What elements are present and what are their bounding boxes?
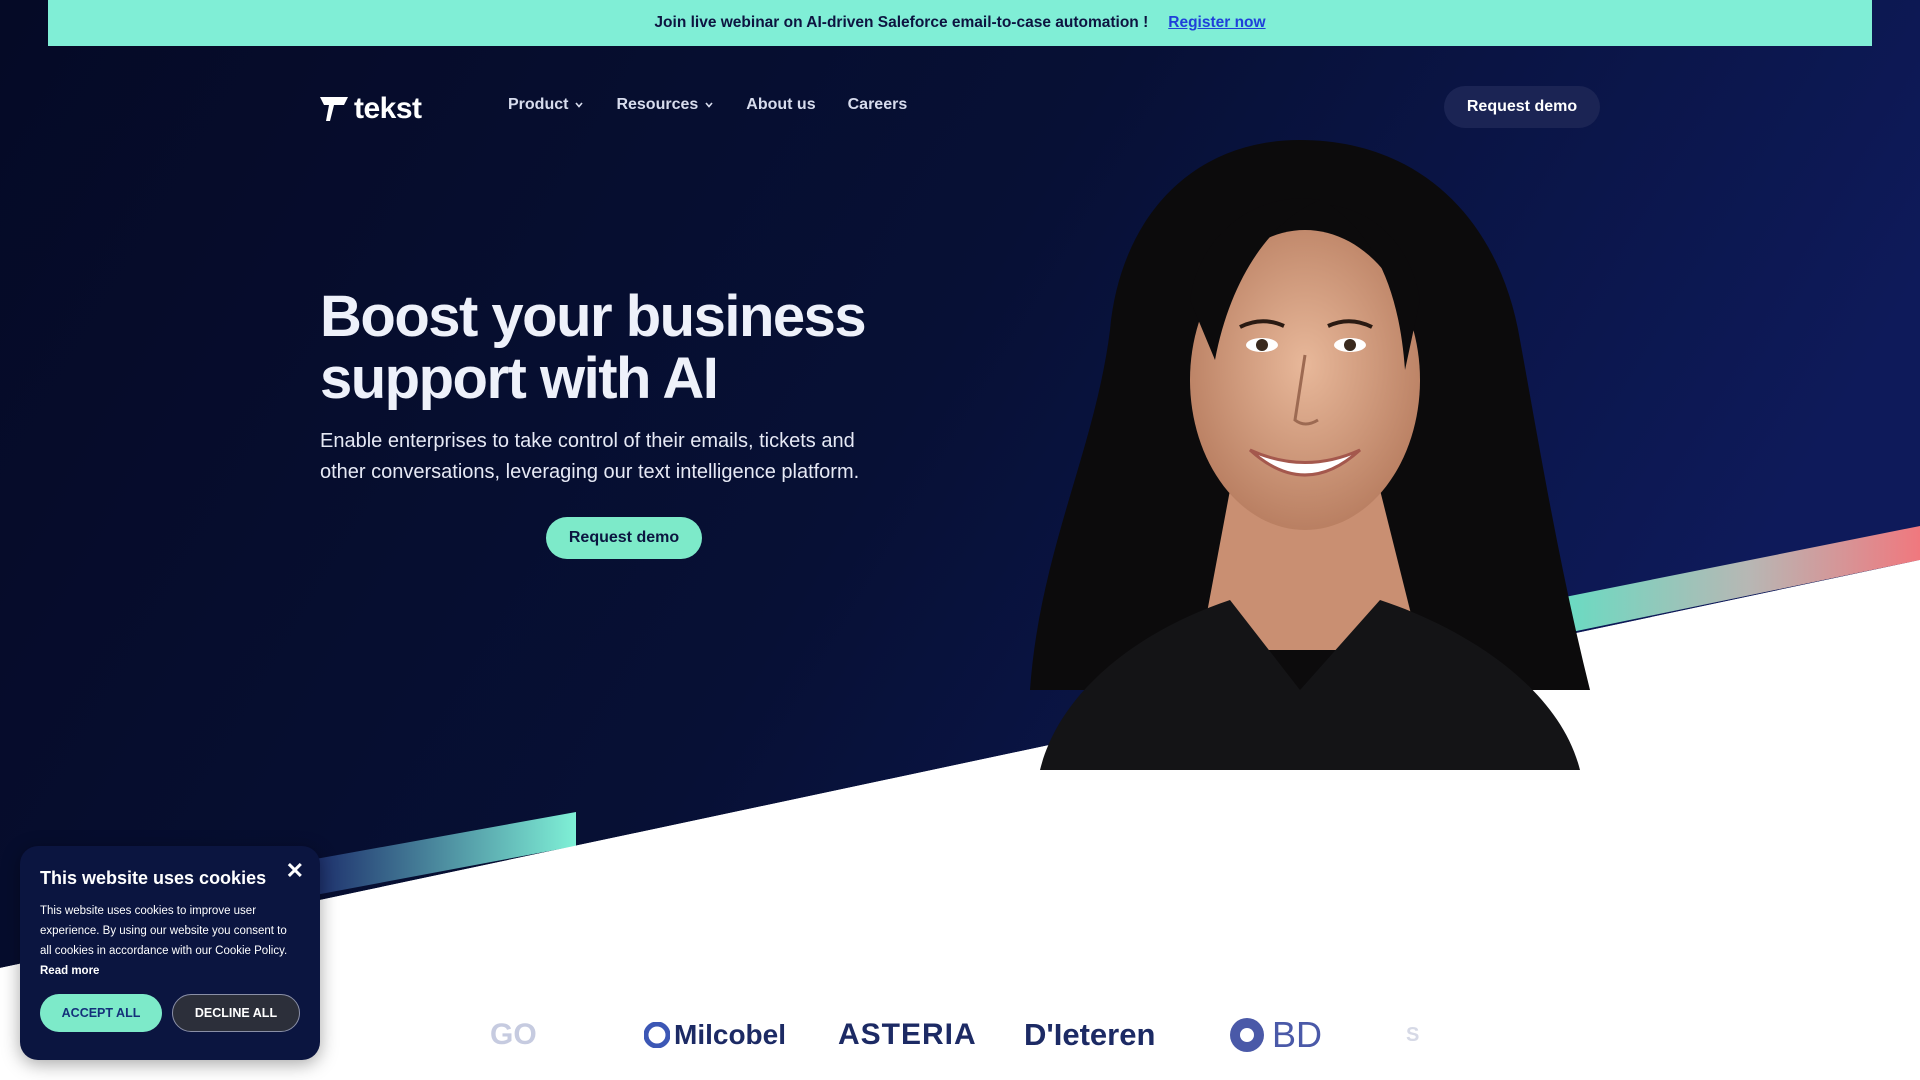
close-icon[interactable]: ✕: [286, 858, 304, 884]
nav-item-label: About us: [746, 96, 816, 113]
client-logos-strip: GO Milcobel ASTERIA D'Ieteren BD S: [490, 1010, 1450, 1060]
client-logo-text: GO: [490, 1018, 537, 1051]
main-nav: Product Resources About us Careers: [508, 96, 907, 114]
hero-portrait-image: [1030, 140, 1590, 770]
hero-subtitle-line-1: Enable enterprises to take control of th…: [320, 430, 855, 452]
cookie-consent-panel: ✕ This website uses cookies This website…: [20, 846, 320, 1060]
client-logo-text: S: [1406, 1023, 1420, 1046]
cookie-buttons: ACCEPT ALL DECLINE ALL: [40, 994, 300, 1032]
client-logo-text: ASTERIA: [838, 1018, 977, 1051]
accept-all-button[interactable]: ACCEPT ALL: [40, 994, 162, 1032]
client-logo-faded-right: S: [1406, 1010, 1419, 1060]
client-logo-faded-left: GO: [490, 1010, 537, 1060]
nav-item-label: Careers: [847, 96, 908, 113]
nav-request-demo-button[interactable]: Request demo: [1444, 86, 1600, 128]
hero-title: Boost your business support with AI: [320, 286, 960, 410]
register-now-link[interactable]: Register now: [1168, 14, 1265, 32]
hero-subtitle-line-2: other conversations, leveraging our text…: [320, 461, 860, 483]
announcement-bar: Join live webinar on AI-driven Saleforce…: [48, 0, 1872, 46]
client-logo-text: D'Ieteren: [1024, 1017, 1156, 1052]
nav-item-label: Product: [508, 96, 569, 113]
client-logo-bd: BD: [1228, 1010, 1322, 1060]
cookie-title: This website uses cookies: [40, 868, 267, 888]
hero-subtitle: Enable enterprises to take control of th…: [320, 426, 920, 488]
hero-title-line-2: support with AI: [320, 346, 719, 411]
client-logo-dieteren: D'Ieteren: [1024, 1010, 1155, 1060]
cookie-read-more-link[interactable]: Read more: [40, 965, 99, 977]
nav-item-resources[interactable]: Resources: [616, 96, 714, 114]
chevron-down-icon: [575, 102, 584, 108]
cookie-body: This website uses cookies to improve use…: [40, 901, 300, 981]
nav-item-about-us[interactable]: About us: [746, 96, 815, 114]
bd-sun-icon: [1230, 1018, 1264, 1052]
hero-request-demo-button[interactable]: Request demo: [546, 517, 702, 559]
brand-logo[interactable]: tekst: [320, 92, 422, 126]
client-logo-milcobel: Milcobel: [644, 1010, 786, 1060]
client-logo-text: BD: [1272, 1014, 1323, 1055]
announcement-text: Join live webinar on AI-driven Saleforce…: [654, 14, 1149, 31]
nav-item-careers[interactable]: Careers: [848, 96, 908, 114]
brand-name: tekst: [354, 92, 422, 125]
nav-item-product[interactable]: Product: [508, 96, 584, 114]
client-logo-text: Milcobel: [674, 1019, 787, 1050]
client-logo-asteria: ASTERIA: [838, 1010, 977, 1060]
milcobel-swirl-icon: [644, 1022, 670, 1048]
tekst-logo-icon: [320, 97, 348, 121]
decline-all-button[interactable]: DECLINE ALL: [172, 994, 300, 1032]
chevron-down-icon: [705, 102, 713, 108]
nav-item-label: Resources: [616, 96, 699, 113]
cookie-body-text: This website uses cookies to improve use…: [40, 905, 288, 957]
hero-title-line-1: Boost your business: [320, 284, 867, 349]
